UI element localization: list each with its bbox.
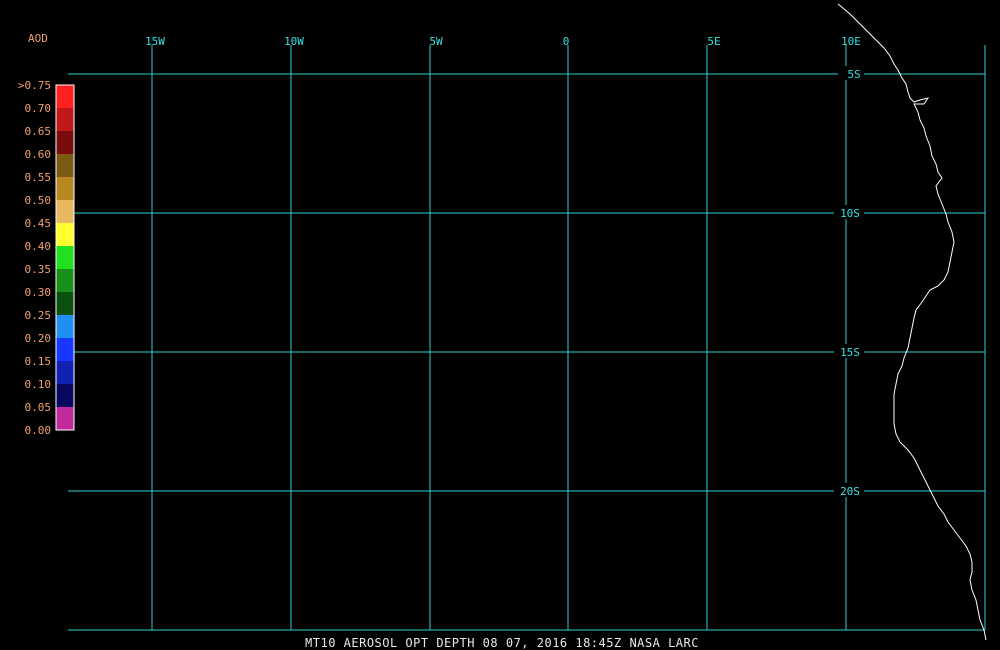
- legend-swatch: [56, 200, 74, 223]
- legend-tick-label: 0.10: [25, 378, 52, 391]
- lon-label-15w: 15W: [145, 35, 165, 48]
- legend-swatch: [56, 361, 74, 384]
- lat-label-5s: 5S: [847, 68, 860, 81]
- legend-swatch: [56, 384, 74, 407]
- lon-label-10e: 10E: [841, 35, 861, 48]
- legend-tick-label: 0.30: [25, 286, 52, 299]
- legend-swatch: [56, 154, 74, 177]
- legend-swatch: [56, 223, 74, 246]
- legend-tick-label: 0.40: [25, 240, 52, 253]
- legend-tick-label: 0.70: [25, 102, 52, 115]
- legend-title: AOD: [28, 32, 48, 45]
- legend-tick-label: 0.05: [25, 401, 52, 414]
- lon-label-5e: 5E: [707, 35, 720, 48]
- map-footer-title: MT10 AEROSOL OPT DEPTH 08 07, 2016 18:45…: [305, 636, 699, 650]
- legend-swatch: [56, 292, 74, 315]
- lon-label-10w: 10W: [284, 35, 304, 48]
- lat-label-15s: 15S: [840, 346, 860, 359]
- map-background: [0, 0, 1000, 650]
- legend-swatch: [56, 108, 74, 131]
- legend-tick-label: 0.20: [25, 332, 52, 345]
- legend-swatch: [56, 315, 74, 338]
- lon-label-5w: 5W: [429, 35, 443, 48]
- legend-tick-label: 0.60: [25, 148, 52, 161]
- legend-tick-label: 0.45: [25, 217, 52, 230]
- legend-colorbar: [55, 84, 75, 431]
- lat-label-20s: 20S: [840, 485, 860, 498]
- legend-swatch: [56, 407, 74, 430]
- legend-tick-label: 0.25: [25, 309, 52, 322]
- legend-swatch: [56, 85, 74, 108]
- aod-satellite-map: 15W 10W 5W 0 5E 10E 5S 10S 15S 20S AOD >…: [0, 0, 1000, 650]
- legend-tick-label: 0.35: [25, 263, 52, 276]
- lon-label-0: 0: [563, 35, 570, 48]
- legend-tick-label: >0.75: [18, 79, 51, 92]
- legend-swatch: [56, 177, 74, 200]
- legend-tick-label: 0.00: [25, 424, 52, 437]
- legend-swatch: [56, 246, 74, 269]
- legend-tick-label: 0.55: [25, 171, 52, 184]
- legend-swatch: [56, 269, 74, 292]
- legend-swatch: [56, 338, 74, 361]
- lat-label-10s: 10S: [840, 207, 860, 220]
- legend-swatch: [56, 131, 74, 154]
- legend-tick-label: 0.50: [25, 194, 52, 207]
- legend-tick-label: 0.15: [25, 355, 52, 368]
- legend-tick-label: 0.65: [25, 125, 52, 138]
